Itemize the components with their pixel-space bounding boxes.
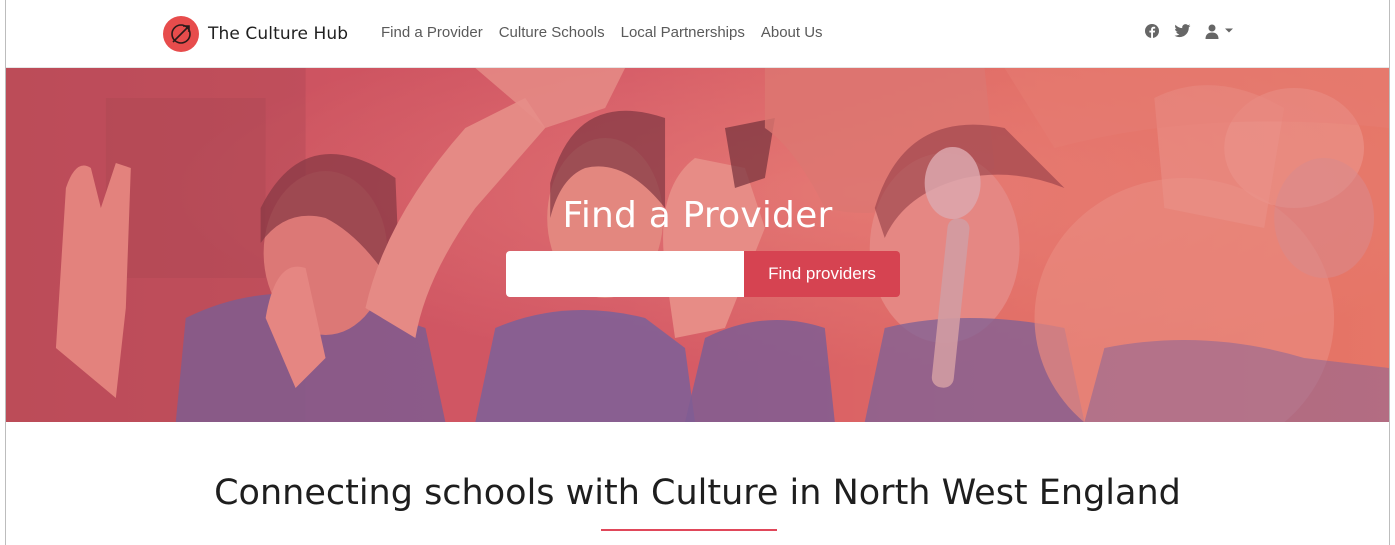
user-menu-toggle[interactable] <box>1205 24 1234 39</box>
nav-link-about-us[interactable]: About Us <box>761 24 823 41</box>
nav-link-local-partnerships[interactable]: Local Partnerships <box>621 24 745 41</box>
compass-arrow-icon <box>163 16 199 52</box>
page-tagline: Connecting schools with Culture in North… <box>214 473 1181 513</box>
nav-icon-group <box>1144 23 1234 39</box>
tagline-divider <box>601 529 777 531</box>
brand-name: The Culture Hub <box>208 24 349 44</box>
hero-title: Find a Provider <box>562 195 833 236</box>
provider-search-form: Find providers <box>506 251 900 297</box>
twitter-icon[interactable] <box>1174 24 1191 38</box>
page: The Culture Hub Find a Provider Culture … <box>5 0 1390 545</box>
caret-down-icon <box>1225 28 1233 33</box>
hero-color-overlay <box>6 68 1389 422</box>
facebook-icon[interactable] <box>1144 23 1160 39</box>
provider-search-input[interactable] <box>506 251 744 297</box>
nav-link-find-a-provider[interactable]: Find a Provider <box>381 24 483 41</box>
main-nav: Find a Provider Culture Schools Local Pa… <box>381 24 823 41</box>
find-providers-button[interactable]: Find providers <box>744 251 900 297</box>
main-content: Connecting schools with Culture in North… <box>6 422 1389 545</box>
user-icon <box>1205 24 1219 39</box>
hero-banner: Find a Provider Find providers <box>6 68 1389 422</box>
top-navbar: The Culture Hub Find a Provider Culture … <box>6 0 1389 68</box>
brand-home-link[interactable]: The Culture Hub <box>163 16 348 52</box>
nav-link-culture-schools[interactable]: Culture Schools <box>499 24 605 41</box>
